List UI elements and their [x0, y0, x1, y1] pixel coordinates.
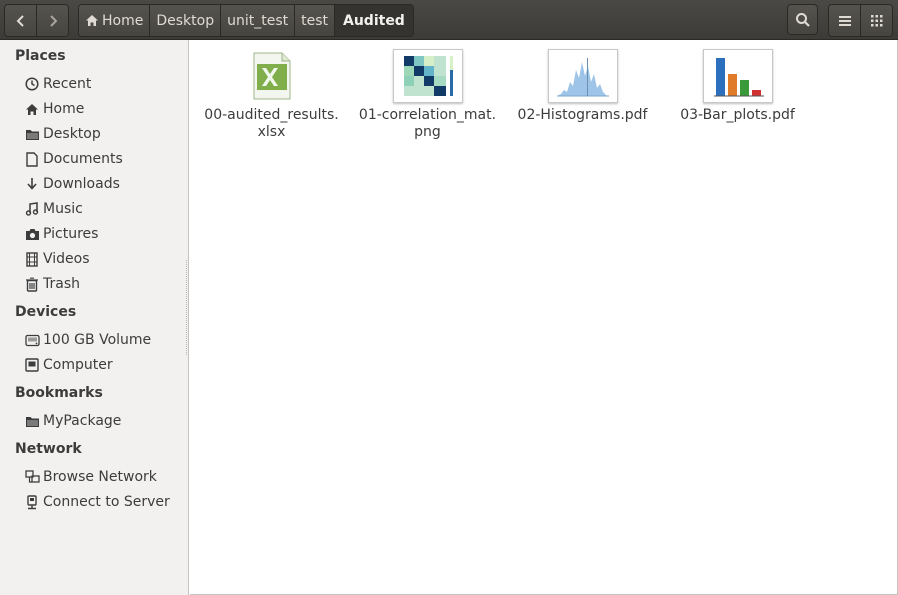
- hamburger-menu-icon: [838, 15, 851, 26]
- sidebar-item-documents[interactable]: Documents: [24, 148, 184, 170]
- back-button[interactable]: [5, 5, 36, 36]
- sidebar-item-label: Videos: [43, 251, 90, 267]
- view-controls: [828, 4, 893, 37]
- home-icon: [24, 101, 40, 117]
- sidebar-item-pictures[interactable]: Pictures: [24, 223, 184, 245]
- computer-icon: [24, 357, 40, 373]
- search-icon: [795, 12, 810, 27]
- sidebar-item-desktop[interactable]: Desktop: [24, 123, 184, 145]
- file-item-bar-plots[interactable]: 03-Bar_plots.pdf: [660, 49, 815, 124]
- section-title-bookmarks: Bookmarks: [15, 385, 103, 401]
- section-title-places: Places: [15, 48, 66, 64]
- sidebar-item-videos[interactable]: Videos: [24, 248, 184, 270]
- sidebar: Places Recent Home Desktop Documents Dow…: [0, 40, 189, 595]
- camera-icon: [24, 226, 40, 242]
- breadcrumb-home[interactable]: Home: [79, 5, 150, 36]
- grid-icon: [870, 14, 882, 26]
- film-icon: [24, 251, 40, 267]
- sidebar-item-label: Desktop: [43, 126, 101, 142]
- breadcrumb-desktop[interactable]: Desktop: [149, 5, 221, 36]
- sidebar-item-label: Trash: [43, 276, 80, 292]
- file-name: 01-correlation_mat. png: [358, 107, 497, 140]
- breadcrumb-unit-test[interactable]: unit_test: [220, 5, 295, 36]
- sidebar-item-home[interactable]: Home: [24, 98, 184, 120]
- search-button[interactable]: [787, 4, 818, 35]
- header-bar: Home Desktop unit_test test Audited: [0, 0, 898, 40]
- section-title-devices: Devices: [15, 304, 77, 320]
- sidebar-item-label: Recent: [43, 76, 92, 92]
- spreadsheet-icon: [237, 49, 307, 103]
- file-item-correlation-mat[interactable]: 01-correlation_mat. png: [350, 49, 505, 141]
- sidebar-item-downloads[interactable]: Downloads: [24, 173, 184, 195]
- section-title-network: Network: [15, 441, 82, 457]
- sidebar-item-label: Browse Network: [43, 469, 157, 485]
- file-name: 00-audited_results. xlsx: [204, 107, 339, 140]
- sidebar-item-label: Documents: [43, 151, 123, 167]
- home-icon: [85, 14, 99, 27]
- server-icon: [24, 494, 40, 510]
- file-item-histograms[interactable]: 02-Histograms.pdf: [505, 49, 660, 124]
- sidebar-resize-handle[interactable]: [186, 260, 189, 355]
- drive-icon: [24, 332, 40, 348]
- correlation-matrix-thumbnail: [392, 49, 463, 103]
- trash-icon: [24, 276, 40, 292]
- sidebar-item-label: Computer: [43, 357, 113, 373]
- sidebar-item-label: Downloads: [43, 176, 120, 192]
- sidebar-item-label: MyPackage: [43, 413, 122, 429]
- sidebar-item-recent[interactable]: Recent: [24, 73, 184, 95]
- download-icon: [24, 176, 40, 192]
- breadcrumb-audited[interactable]: Audited: [334, 5, 413, 36]
- histogram-thumbnail: [547, 49, 618, 103]
- sidebar-item-trash[interactable]: Trash: [24, 273, 184, 295]
- forward-button[interactable]: [36, 5, 68, 36]
- clock-icon: [24, 76, 40, 92]
- music-icon: [24, 201, 40, 217]
- file-name: 03-Bar_plots.pdf: [680, 107, 795, 123]
- file-name: 02-Histograms.pdf: [517, 107, 648, 123]
- bar-plot-thumbnail: [702, 49, 773, 103]
- breadcrumb-label: unit_test: [227, 12, 289, 29]
- breadcrumb-label: Audited: [343, 12, 405, 29]
- breadcrumb-test[interactable]: test: [294, 5, 334, 36]
- document-icon: [24, 151, 40, 167]
- sidebar-item-label: Home: [43, 101, 85, 117]
- breadcrumb-label: Desktop: [156, 12, 215, 29]
- sidebar-item-music[interactable]: Music: [24, 198, 184, 220]
- breadcrumb: Home Desktop unit_test test Audited: [78, 4, 414, 37]
- folder-icon: [24, 126, 40, 142]
- sidebar-item-computer[interactable]: Computer: [24, 354, 184, 376]
- grid-view-button[interactable]: [860, 5, 892, 36]
- sidebar-item-label: Music: [43, 201, 83, 217]
- sidebar-item-connect-to-server[interactable]: Connect to Server: [24, 491, 184, 513]
- sidebar-item-mypackage[interactable]: MyPackage: [24, 410, 184, 432]
- folder-icon: [24, 413, 40, 429]
- sidebar-item-browse-network[interactable]: Browse Network: [24, 466, 184, 488]
- file-view[interactable]: 00-audited_results. xlsx 01-correlation_…: [190, 40, 898, 595]
- breadcrumb-label: Home: [102, 12, 144, 29]
- navigation-buttons: [4, 4, 69, 37]
- chevron-right-icon: [49, 14, 57, 27]
- file-item-audited-results[interactable]: 00-audited_results. xlsx: [194, 49, 349, 141]
- sidebar-item-label: 100 GB Volume: [43, 332, 152, 348]
- sidebar-item-100-gb-volume[interactable]: 100 GB Volume: [24, 329, 184, 351]
- chevron-left-icon: [16, 14, 24, 27]
- sidebar-item-label: Pictures: [43, 226, 99, 242]
- breadcrumb-label: test: [301, 12, 328, 29]
- sidebar-item-label: Connect to Server: [43, 494, 170, 510]
- network-icon: [24, 469, 40, 485]
- menu-button[interactable]: [829, 5, 860, 36]
